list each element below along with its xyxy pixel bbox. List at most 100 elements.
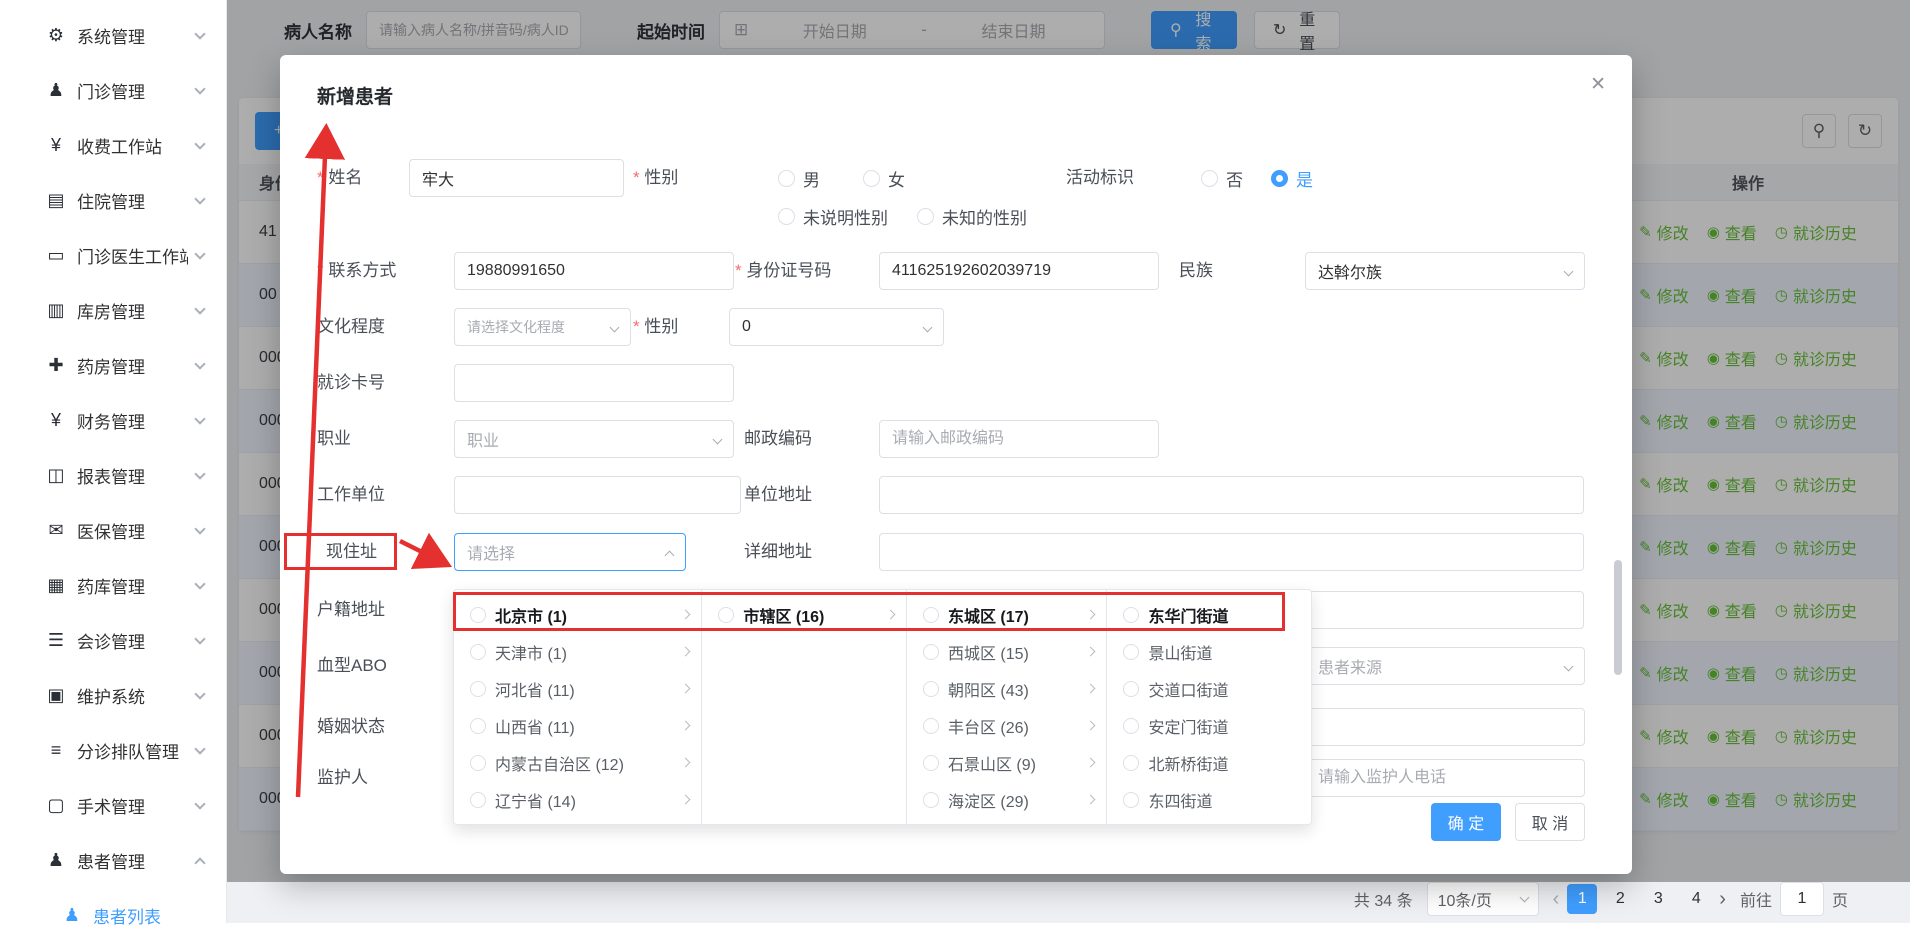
occupation-select[interactable]: 职业 [454, 420, 734, 458]
chevron-up-icon [665, 551, 675, 561]
radio-icon[interactable] [470, 681, 486, 697]
goto-page-input[interactable] [1780, 882, 1824, 916]
sidebar-item[interactable]: ☰ 会诊管理 [0, 613, 226, 668]
current-address-cascader-select[interactable]: 请选择 [454, 533, 686, 571]
page-button[interactable]: 1 [1567, 884, 1597, 914]
sidebar-item[interactable]: ♟ 患者管理 [0, 833, 226, 888]
radio-icon[interactable] [923, 755, 939, 771]
household-address-label: 户籍地址 [317, 591, 385, 629]
work-unit-input[interactable] [454, 476, 741, 514]
ethnicity-select[interactable]: 达斡尔族 [1305, 252, 1585, 290]
cascader-district-option[interactable]: 石景山区 (9) [907, 744, 1107, 781]
cascader-province-option[interactable]: 河北省 (11) [454, 670, 701, 707]
cascader-district-option[interactable]: 西城区 (15) [907, 633, 1107, 670]
sidebar-item[interactable]: ▤ 住院管理 [0, 173, 226, 228]
modal-scrollbar[interactable] [1614, 560, 1622, 675]
sidebar-item[interactable]: ▢ 手术管理 [0, 778, 226, 833]
radio-icon[interactable] [1123, 718, 1139, 734]
radio-icon[interactable] [470, 607, 486, 623]
visit-card-input[interactable] [454, 364, 734, 402]
page-button[interactable]: 2 [1605, 884, 1635, 914]
cascader-province-option[interactable]: 内蒙古自治区 (12) [454, 744, 701, 781]
cascader-street-option[interactable]: 安定门街道 [1107, 707, 1311, 744]
sidebar-item[interactable]: ⚙ 系统管理 [0, 8, 226, 63]
goto-label: 前往 [1740, 887, 1772, 911]
page-button[interactable]: 4 [1681, 884, 1711, 914]
active-flag-yes[interactable]: 是 [1271, 159, 1313, 197]
cascader-province-option[interactable]: 辽宁省 (14) [454, 781, 701, 818]
sidebar-item[interactable]: ≡ 分诊排队管理 [0, 723, 226, 778]
guardian-phone-input[interactable] [1305, 759, 1585, 797]
cascader-city-option[interactable]: 市辖区 (16) [702, 596, 906, 633]
next-page-button[interactable]: › [1719, 889, 1726, 909]
cascader-district-option[interactable]: 丰台区 (26) [907, 707, 1107, 744]
radio-icon[interactable] [470, 792, 486, 808]
radio-icon[interactable] [923, 644, 939, 660]
work-address-input[interactable] [879, 476, 1584, 514]
cascader-street-option[interactable]: 北新桥街道 [1107, 744, 1311, 781]
radio-checked-icon [1271, 170, 1288, 187]
cascader-street-option[interactable]: 东华门街道 [1107, 596, 1311, 633]
cascader-district-option[interactable]: 海淀区 (29) [907, 781, 1107, 818]
id-number-label: 身份证号码 [735, 252, 831, 290]
cascader-street-option[interactable]: 东四街道 [1107, 781, 1311, 818]
gender-radio-unstated[interactable]: 未说明性别 [778, 197, 888, 235]
cascader-district-option[interactable]: 朝阳区 (43) [907, 670, 1107, 707]
sidebar-item[interactable]: ◫ 报表管理 [0, 448, 226, 503]
active-flag-no[interactable]: 否 [1201, 159, 1243, 197]
sidebar-item[interactable]: ♟ 门诊管理 [0, 63, 226, 118]
chevron-right-icon [681, 647, 691, 657]
radio-icon[interactable] [718, 607, 734, 623]
cascader-province-option[interactable]: 北京市 (1) [454, 596, 701, 633]
gender-radio-unknown[interactable]: 未知的性别 [917, 197, 1027, 235]
sidebar-item[interactable]: ✉ 医保管理 [0, 503, 226, 558]
radio-icon[interactable] [923, 718, 939, 734]
radio-icon[interactable] [1123, 607, 1139, 623]
sidebar-item[interactable]: ▦ 药库管理 [0, 558, 226, 613]
cascader-district-option[interactable]: 东城区 (17) [907, 596, 1107, 633]
education-select[interactable]: 请选择文化程度 [454, 308, 631, 346]
radio-icon[interactable] [470, 755, 486, 771]
sidebar-item[interactable]: ✚ 药房管理 [0, 338, 226, 393]
radio-icon[interactable] [1123, 644, 1139, 660]
sidebar-item[interactable]: ¥ 收费工作站 [0, 118, 226, 173]
cascader-province-option[interactable]: 山西省 (11) [454, 707, 701, 744]
gender-radio-female[interactable]: 女 [863, 159, 905, 197]
chevron-down-icon [1564, 662, 1574, 672]
patient-source-select[interactable]: 患者来源 [1305, 647, 1585, 685]
radio-icon[interactable] [1123, 792, 1139, 808]
sidebar-item[interactable]: ¥ 财务管理 [0, 393, 226, 448]
prev-page-button[interactable]: ‹ [1553, 889, 1560, 909]
radio-icon[interactable] [470, 644, 486, 660]
gender-radio-male[interactable]: 男 [778, 159, 820, 197]
cancel-button[interactable]: 取 消 [1515, 803, 1585, 841]
detail-address-input[interactable] [879, 533, 1584, 571]
radio-icon[interactable] [1123, 681, 1139, 697]
postal-code-input[interactable] [879, 420, 1159, 458]
radio-icon[interactable] [1123, 755, 1139, 771]
cascader-option-label: 北新桥街道 [1148, 751, 1299, 775]
contact-input[interactable] [454, 252, 734, 290]
sidebar-item[interactable]: ▭ 门诊医生工作站 [0, 228, 226, 283]
sidebar-item[interactable]: ▣ 维护系统 [0, 668, 226, 723]
sidebar-item-label: 分诊排队管理 [77, 738, 188, 763]
radio-icon[interactable] [470, 718, 486, 734]
page-button[interactable]: 3 [1643, 884, 1673, 914]
radio-icon[interactable] [923, 681, 939, 697]
sidebar-item-patient-list[interactable]: ♟ 患者列表 [0, 888, 226, 943]
radio-icon[interactable] [923, 792, 939, 808]
id-number-input[interactable] [879, 252, 1159, 290]
cascader-province-option[interactable]: 天津市 (1) [454, 633, 701, 670]
sidebar-item-label: 药库管理 [77, 573, 188, 598]
name-input[interactable] [409, 159, 624, 197]
confirm-button[interactable]: 确 定 [1431, 803, 1501, 841]
page-size-select[interactable]: 10条/页 [1427, 882, 1539, 916]
gender-select[interactable]: 0 [729, 308, 944, 346]
doc-icon: ▥ [44, 300, 68, 321]
sidebar-item[interactable]: ▥ 库房管理 [0, 283, 226, 338]
cascader-street-option[interactable]: 景山街道 [1107, 633, 1311, 670]
sidebar-item-label: 库房管理 [77, 298, 188, 323]
marital-status-side-input[interactable] [1305, 708, 1585, 746]
radio-icon[interactable] [923, 607, 939, 623]
cascader-street-option[interactable]: 交道口街道 [1107, 670, 1311, 707]
